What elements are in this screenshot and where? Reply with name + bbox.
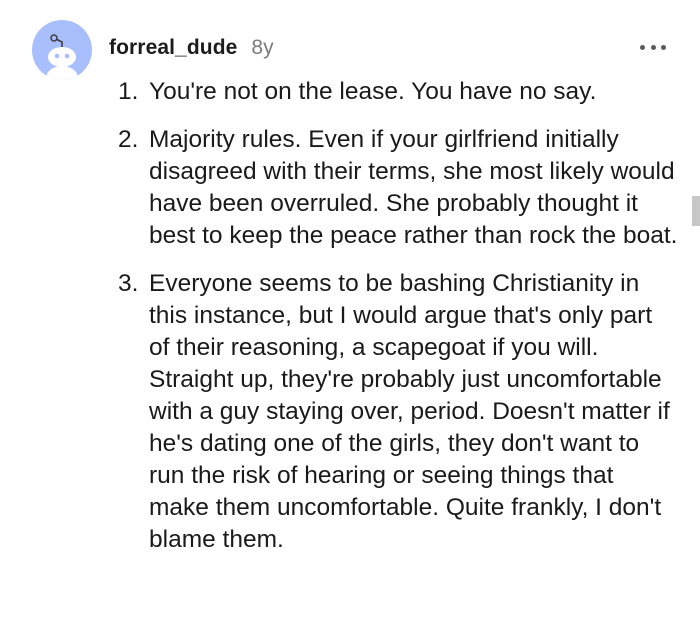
list-text: Everyone seems to be bashing Christianit… — [149, 270, 670, 553]
comment-age: 8y — [251, 36, 274, 59]
comment-body: 1. You're not on the lease. You have no … — [118, 76, 678, 572]
list-number: 2. — [118, 126, 139, 153]
dot — [640, 44, 645, 50]
scrollbar[interactable] — [692, 196, 700, 226]
list-item: 3. Everyone seems to be bashing Christia… — [118, 268, 678, 556]
username-link[interactable]: forreal_dude — [109, 36, 237, 60]
snoo-avatar-icon — [46, 34, 78, 80]
list-number: 3. — [118, 270, 139, 297]
list-text: You're not on the lease. You have no say… — [149, 78, 597, 105]
user-avatar[interactable] — [32, 20, 92, 80]
comment: forreal_dude 8y 1. You're not on the lea… — [0, 0, 700, 642]
comment-header: forreal_dude 8y — [109, 36, 274, 62]
list-text: Majority rules. Even if your girlfriend … — [149, 126, 678, 249]
dot — [650, 44, 656, 50]
list-item: 2. Majority rules. Even if your girlfrie… — [118, 124, 678, 252]
dot — [661, 44, 666, 50]
more-options-icon[interactable] — [640, 40, 666, 54]
list-item: 1. You're not on the lease. You have no … — [118, 76, 678, 108]
list-number: 1. — [118, 78, 139, 105]
